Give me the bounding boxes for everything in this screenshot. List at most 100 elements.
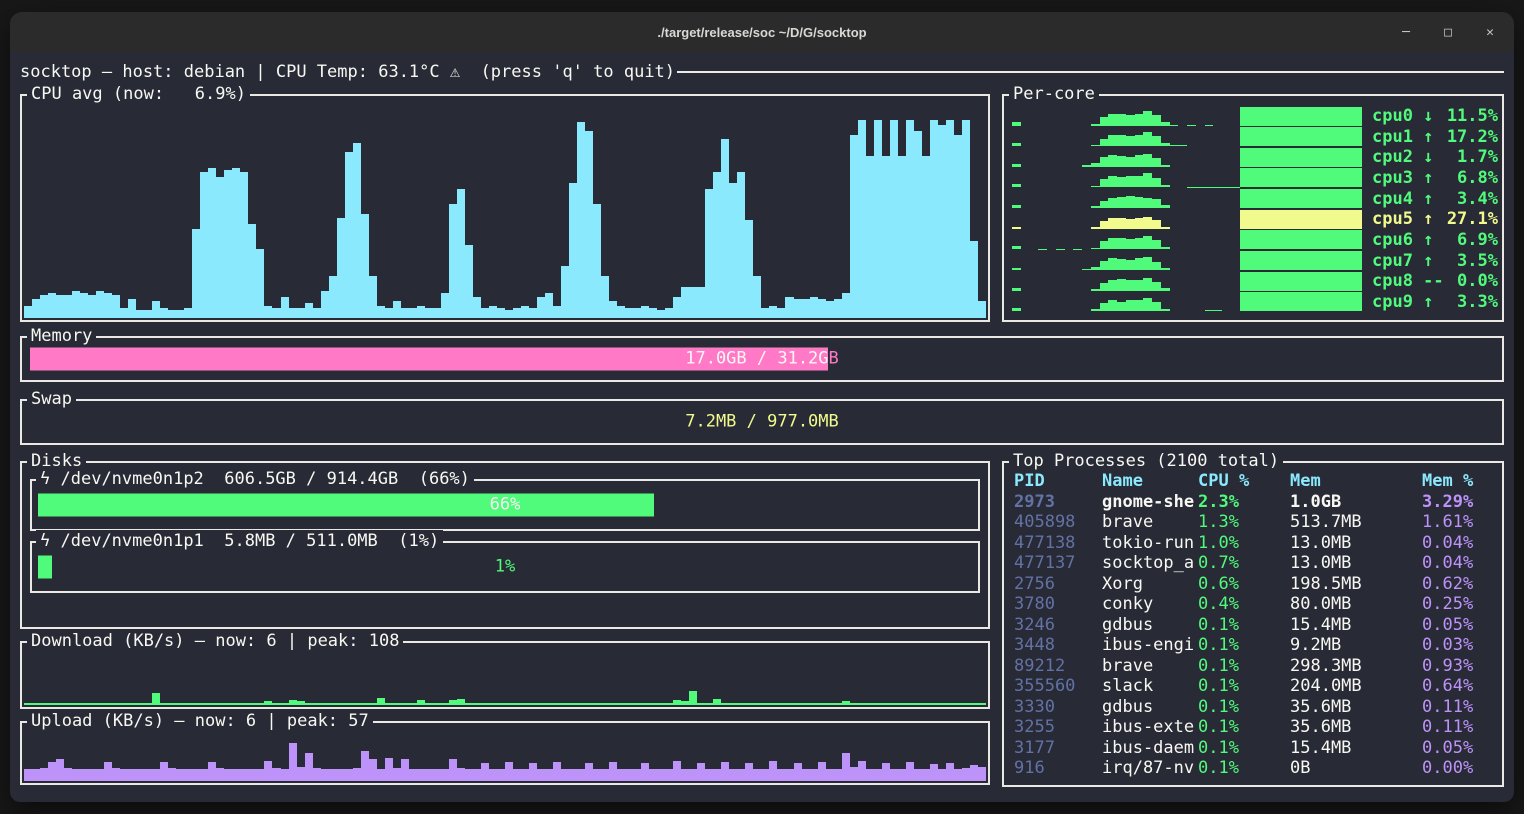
- sparkline-bar: [1336, 251, 1345, 270]
- process-row[interactable]: 3448ibus-engi0.1%9.2MB0.03%: [1014, 635, 1498, 656]
- chart-bar: [248, 224, 256, 318]
- process-row[interactable]: 3330gdbus0.1%35.6MB0.11%: [1014, 697, 1498, 718]
- process-row[interactable]: 3246gdbus0.1%15.4MB0.05%: [1014, 615, 1498, 636]
- process-row[interactable]: 2756Xorg0.6%198.5MB0.62%: [1014, 574, 1498, 595]
- chart-bar: [272, 703, 280, 705]
- sparkline-bar: [1275, 148, 1284, 167]
- sparkline-bar: [1100, 283, 1109, 291]
- process-row[interactable]: 477138tokio-run1.0%13.0MB0.04%: [1014, 533, 1498, 554]
- chart-bar: [689, 769, 697, 781]
- chart-bar: [481, 763, 489, 781]
- sparkline-bar: [1143, 217, 1152, 228]
- chart-bar: [216, 177, 224, 318]
- sparkline-bar: [1135, 176, 1144, 188]
- sparkline-bar: [1108, 198, 1117, 208]
- sparkline-bar: [1345, 272, 1354, 291]
- per-core-row: cpu7 ↑ 3.5%: [1012, 251, 1498, 271]
- sparkline-bar: [1108, 155, 1117, 167]
- chart-bar: [954, 769, 962, 781]
- sparkline-bar: [1091, 227, 1100, 229]
- process-row[interactable]: 477137socktop_a0.7%13.0MB0.04%: [1014, 553, 1498, 574]
- chart-bar: [345, 152, 353, 318]
- sparkline-bar: [1266, 210, 1275, 229]
- titlebar[interactable]: ./target/release/soc ~/D/G/socktop ─ □ ✕: [10, 12, 1514, 52]
- chart-bar: [224, 703, 232, 705]
- sparkline-bar: [1283, 272, 1292, 291]
- cell-cpu: 0.1%: [1198, 676, 1290, 697]
- chart-bar: [609, 762, 617, 781]
- cell-mem: Mem: [1290, 471, 1422, 492]
- maximize-button[interactable]: □: [1440, 25, 1456, 40]
- sparkline-bar: [1248, 292, 1257, 311]
- minimize-button[interactable]: ─: [1398, 25, 1414, 40]
- sparkline-bar: [1143, 257, 1152, 270]
- chart-bar: [930, 703, 938, 705]
- sparkline-bar: [1336, 127, 1345, 146]
- chart-bar: [321, 703, 329, 705]
- chart-bar: [176, 703, 184, 705]
- sparkline-bar: [1100, 241, 1109, 250]
- sparkline-bar: [1143, 111, 1152, 125]
- sparkline-bar: [1283, 230, 1292, 249]
- chart-bar: [321, 291, 329, 318]
- sparkline-bar: [1353, 107, 1362, 126]
- chart-bar: [353, 703, 361, 705]
- process-row[interactable]: 916irq/87-nv0.1%0B0.00%: [1014, 758, 1498, 779]
- sparkline-bar: [1240, 168, 1249, 187]
- swap-gauge: 7.2MB / 977.0MB7.2MB / 977.0MB: [30, 411, 1494, 434]
- chart-bar: [569, 183, 577, 318]
- chart-bar: [697, 287, 705, 318]
- sparkline-bar: [1126, 176, 1135, 187]
- sparkline-bar: [1135, 114, 1144, 125]
- chart-bar: [761, 308, 769, 318]
- sparkline-bar: [1345, 168, 1354, 187]
- sparkline-bar: [1126, 280, 1135, 290]
- chart-bar: [513, 308, 521, 318]
- cell-memp: 0.93%: [1422, 656, 1498, 677]
- chart-bar: [337, 769, 345, 781]
- process-row[interactable]: 355560slack0.1%204.0MB0.64%: [1014, 676, 1498, 697]
- per-core-row: cpu1 ↑17.2%: [1012, 127, 1498, 147]
- sparkline-bar: [1108, 218, 1117, 229]
- process-row[interactable]: 2973gnome-she2.3%1.0GB3.29%: [1014, 492, 1498, 513]
- cell-mem: 513.7MB: [1290, 512, 1422, 533]
- chart-bar: [489, 703, 497, 705]
- sparkline-bar: [1126, 136, 1135, 146]
- chart-bar: [369, 759, 377, 781]
- per-core-row: cpu9 ↑ 3.3%: [1012, 292, 1498, 312]
- sparkline-bar: [1091, 309, 1100, 311]
- cell-cpu: 0.1%: [1198, 635, 1290, 656]
- upload-panel: Upload (KB/s) — now: 6 | peak: 57: [20, 721, 990, 785]
- process-row[interactable]: 89212brave0.1%298.3MB0.93%: [1014, 656, 1498, 677]
- cell-cpu: 0.1%: [1198, 717, 1290, 738]
- per-core-row: cpu0 ↓11.5%: [1012, 106, 1498, 126]
- process-row[interactable]: 405898brave1.3%513.7MB1.61%: [1014, 512, 1498, 533]
- chart-bar: [128, 299, 136, 318]
- chart-bar: [120, 703, 128, 705]
- process-row[interactable]: 3255ibus-exte0.1%35.6MB0.11%: [1014, 717, 1498, 738]
- sparkline-bar: [1135, 258, 1144, 270]
- sparkline-bar: [1135, 280, 1144, 291]
- chart-bar: [256, 249, 264, 318]
- per-core-row: cpu8 -- 0.0%: [1012, 271, 1498, 291]
- swap-panel: Swap 7.2MB / 977.0MB7.2MB / 977.0MB: [20, 399, 1504, 445]
- chart-bar: [769, 306, 777, 318]
- sparkline-bar: [1292, 272, 1301, 291]
- per-core-sparkline: [1012, 251, 1362, 270]
- sparkline-bar: [1126, 115, 1135, 125]
- cell-pid: 2973: [1014, 492, 1102, 513]
- chart-bar: [641, 763, 649, 781]
- cell-memp: 1.61%: [1422, 512, 1498, 533]
- process-row[interactable]: 3177ibus-daem0.1%15.4MB0.05%: [1014, 738, 1498, 759]
- sparkline-bar: [1310, 168, 1319, 187]
- close-button[interactable]: ✕: [1482, 25, 1498, 40]
- sparkline-bar: [1152, 240, 1161, 250]
- cell-mem: 13.0MB: [1290, 533, 1422, 554]
- sparkline-bar: [1353, 251, 1362, 270]
- chart-bar: [385, 703, 393, 705]
- chart-bar: [521, 769, 529, 781]
- process-row[interactable]: 3780conky0.4%80.0MB0.25%: [1014, 594, 1498, 615]
- sparkline-bar: [1012, 308, 1021, 311]
- chart-bar: [561, 703, 569, 705]
- sparkline-bar: [1152, 136, 1161, 146]
